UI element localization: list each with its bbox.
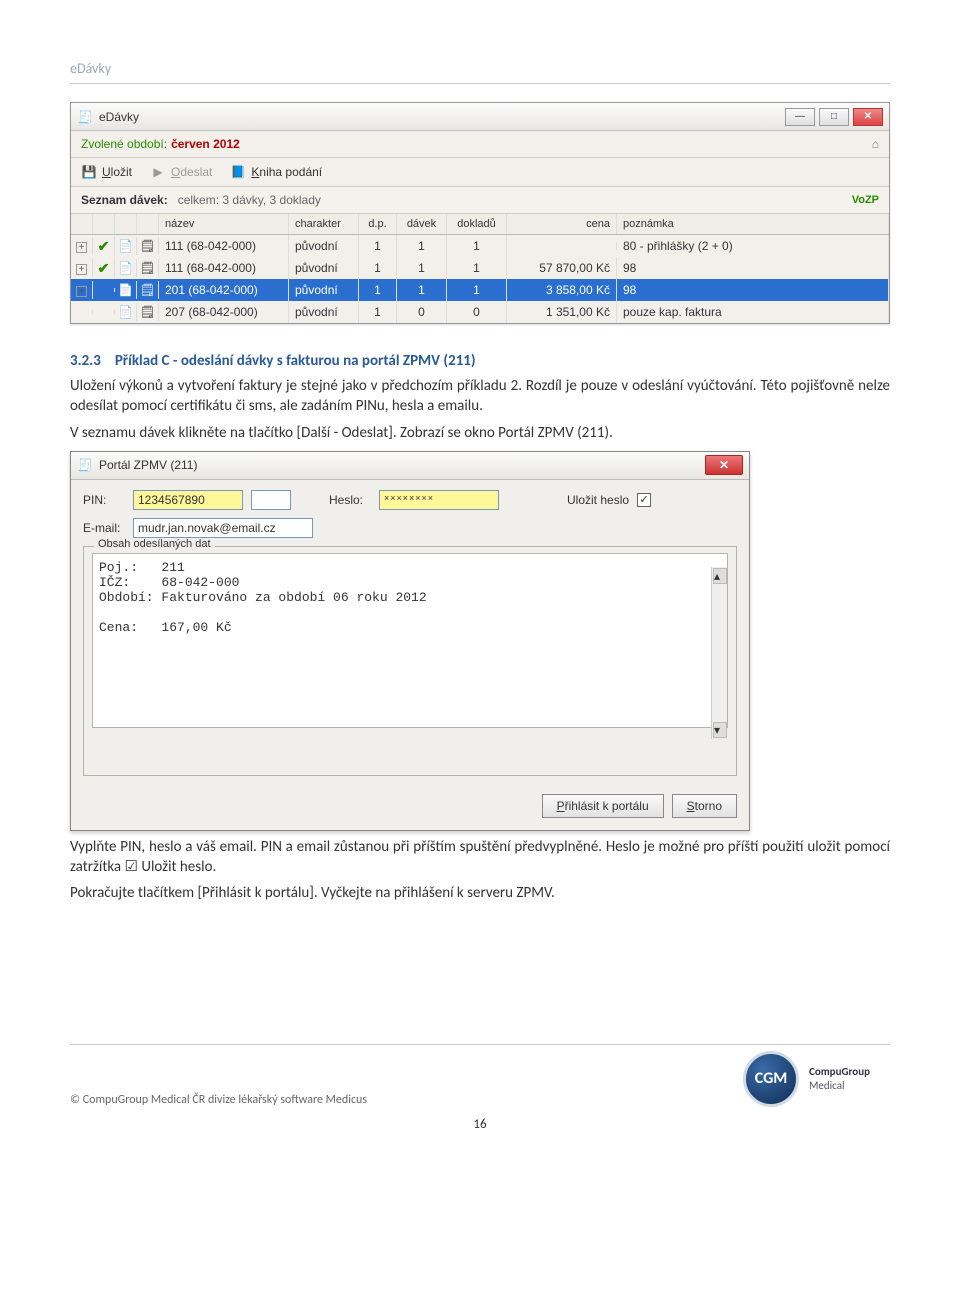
expand-icon[interactable]: + — [76, 242, 87, 253]
dialog-titlebar: 🧾 Portál ZPMV (211) ✕ — [71, 452, 749, 480]
send-label: Odeslat — [171, 165, 212, 179]
form-icon: 🗒 — [140, 261, 155, 275]
scrollbar[interactable]: ▴ ▾ — [711, 567, 727, 739]
doc-icon: 📄 — [118, 261, 133, 275]
col-nazev: název — [159, 214, 289, 234]
ulozit-heslo-label: Uložit heslo — [567, 493, 629, 507]
send-button[interactable]: ▶ Odeslat — [150, 164, 212, 180]
close-button[interactable]: ✕ — [853, 108, 883, 126]
period-label: Zvolené období: — [81, 137, 167, 151]
col-charakter: charakter — [289, 214, 359, 234]
save-label: Uložit — [102, 165, 132, 179]
heslo-input[interactable]: ×××××××× — [379, 490, 499, 510]
check-icon: ✔ — [98, 238, 110, 254]
scroll-up-icon[interactable]: ▴ — [713, 568, 727, 584]
app-icon: 🧾 — [77, 109, 93, 125]
expand-icon[interactable]: + — [76, 286, 87, 297]
cancel-button[interactable]: Storno — [672, 794, 737, 818]
col-poznamka: poznámka — [617, 214, 889, 234]
logo-text-top: CompuGroup — [809, 1065, 870, 1078]
summary-bar: Seznam dávek: celkem: 3 dávky, 3 doklady… — [71, 187, 889, 214]
email-input[interactable]: mudr.jan.novak@email.cz — [133, 518, 313, 538]
para-3: Vyplňte PIN, heslo a váš email. PIN a em… — [70, 837, 890, 878]
grid-body: +✔📄🗒111 (68-042-000)původní11180 - přihl… — [71, 235, 889, 323]
login-button[interactable]: Přihlásit k portálu — [542, 794, 664, 818]
page-footer: © CompuGroup Medical ČR divize lékařský … — [70, 1044, 890, 1107]
pin-input[interactable]: 1234567890 — [133, 490, 243, 510]
cgm-logo: CGM CompuGroup Medical — [743, 1051, 870, 1107]
page-header-title: eDávky — [70, 60, 890, 84]
section-number: 3.2.3 — [70, 352, 101, 370]
save-button[interactable]: 💾 Uložit — [81, 164, 132, 180]
dialog-icon: 🧾 — [77, 457, 93, 473]
summary-label: Seznam dávek: — [81, 193, 168, 207]
book-icon: 📘 — [230, 164, 246, 180]
form-icon: 🗒 — [140, 239, 155, 253]
col-dokladu: dokladů — [447, 214, 507, 234]
obsah-fieldset: Obsah odesílaných dat Poj.: 211 IČZ: 68-… — [83, 546, 737, 776]
vozp-badge: VoZP — [852, 194, 879, 206]
page-number: 16 — [70, 1117, 890, 1132]
table-row[interactable]: 📄🗒207 (68-042-000)původní1001 351,00 Kčp… — [71, 301, 889, 323]
fieldset-legend: Obsah odesílaných dat — [94, 538, 215, 550]
col-dp: d.p. — [359, 214, 397, 234]
para-2: V seznamu dávek klikněte na tlačítko [Da… — [70, 423, 890, 443]
grid-header: název charakter d.p. dávek dokladů cena … — [71, 214, 889, 235]
table-row[interactable]: +📄🗒201 (68-042-000)původní1113 858,00 Kč… — [71, 279, 889, 301]
home-icon[interactable]: ⌂ — [872, 137, 879, 151]
pin-extra-input[interactable] — [251, 490, 291, 510]
heslo-label: Heslo: — [329, 493, 371, 507]
send-icon: ▶ — [150, 164, 166, 180]
maximize-button[interactable]: □ — [819, 108, 849, 126]
para-4: Pokračujte tlačítkem [Přihlásit k portál… — [70, 883, 890, 903]
col-cena: cena — [507, 214, 617, 234]
window-titlebar: 🧾 eDávky — □ ✕ — [71, 103, 889, 131]
logo-badge: CGM — [743, 1051, 799, 1107]
email-label: E-mail: — [83, 521, 125, 535]
doc-icon: 📄 — [118, 283, 133, 297]
ulozit-heslo-checkbox[interactable]: ✓ — [637, 493, 651, 507]
summary-value: celkem: 3 dávky, 3 doklady — [178, 193, 321, 207]
scroll-down-icon[interactable]: ▾ — [713, 722, 727, 738]
check-glyph-icon: ☑ — [125, 858, 138, 875]
kniha-label: Kniha podání — [251, 165, 322, 179]
save-icon: 💾 — [81, 164, 97, 180]
form-icon: 🗒 — [140, 283, 155, 297]
minimize-button[interactable]: — — [785, 108, 815, 126]
edavky-window: 🧾 eDávky — □ ✕ Zvolené období: červen 20… — [70, 102, 890, 324]
expand-icon[interactable]: + — [76, 264, 87, 275]
col-davek: dávek — [397, 214, 447, 234]
copyright: © CompuGroup Medical ČR divize lékařský … — [70, 1093, 367, 1107]
period-bar: Zvolené období: červen 2012 ⌂ — [71, 131, 889, 158]
pin-label: PIN: — [83, 493, 125, 507]
doc-icon: 📄 — [118, 239, 133, 253]
table-row[interactable]: +✔📄🗒111 (68-042-000)původní11157 870,00 … — [71, 257, 889, 279]
doc-icon: 📄 — [118, 305, 133, 319]
period-value: červen 2012 — [171, 137, 240, 151]
section-title: 3.2.3 Příklad C - odeslání dávky s faktu… — [70, 352, 890, 370]
para-1: Uložení výkonů a vytvoření faktury je st… — [70, 376, 890, 417]
dialog-close-button[interactable]: ✕ — [705, 455, 743, 475]
check-icon: ✔ — [98, 260, 110, 276]
window-title: eDávky — [99, 110, 139, 124]
logo-text-bottom: Medical — [809, 1079, 870, 1092]
form-icon: 🗒 — [140, 305, 155, 319]
dialog-title: Portál ZPMV (211) — [99, 458, 197, 472]
obsah-textarea[interactable]: Poj.: 211 IČZ: 68-042-000 Období: Faktur… — [92, 553, 728, 728]
kniha-button[interactable]: 📘 Kniha podání — [230, 164, 322, 180]
toolbar: 💾 Uložit ▶ Odeslat 📘 Kniha podání — [71, 158, 889, 187]
table-row[interactable]: +✔📄🗒111 (68-042-000)původní11180 - přihl… — [71, 235, 889, 257]
zpmv-dialog: 🧾 Portál ZPMV (211) ✕ PIN: 1234567890 He… — [70, 451, 750, 831]
section-heading: Příklad C - odeslání dávky s fakturou na… — [115, 352, 476, 370]
